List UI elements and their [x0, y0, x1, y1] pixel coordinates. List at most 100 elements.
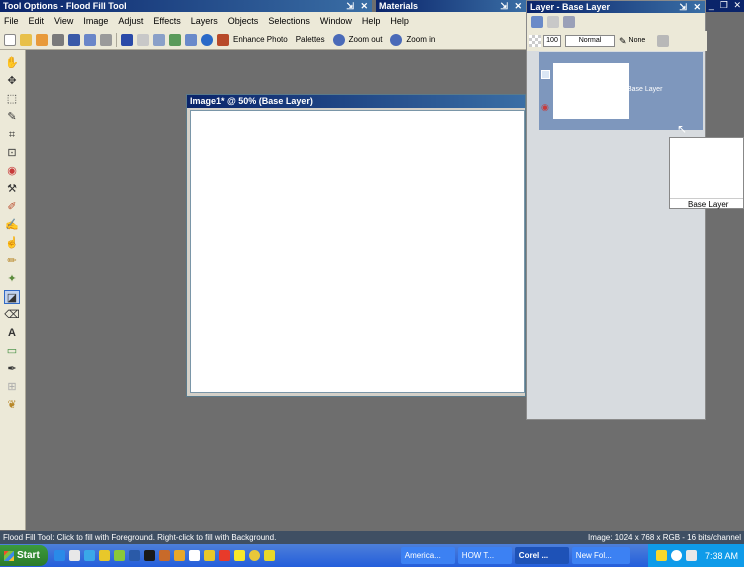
tool-options-title: Tool Options - Flood Fill Tool	[3, 1, 127, 11]
mask-link-icon[interactable]: ✎	[619, 36, 627, 47]
tray-icon[interactable]	[685, 550, 697, 561]
layers-palette: Layer - Base Layer ⇲ ✕ 100 Normal ✎ None…	[526, 0, 707, 420]
dropper-tool-icon[interactable]: ✎	[4, 110, 20, 124]
picture-tube-tool-icon[interactable]: ❦	[4, 398, 20, 412]
selection-tool-icon[interactable]: ⬚	[4, 92, 20, 106]
quick-launch-icon[interactable]	[173, 550, 185, 561]
lighten-tool-icon[interactable]: ✏	[4, 254, 20, 268]
palettes-menu[interactable]: Palettes	[296, 35, 325, 44]
close-icon[interactable]: ✕	[734, 0, 742, 12]
browse-icon[interactable]	[36, 33, 48, 46]
text-tool-icon[interactable]: A	[4, 326, 20, 340]
quick-launch-icon[interactable]	[233, 550, 245, 561]
new-file-icon[interactable]	[4, 33, 16, 46]
eraser-tool-icon[interactable]: ⌫	[4, 308, 20, 322]
save-icon[interactable]	[68, 33, 80, 46]
preset-shape-tool-icon[interactable]: ▭	[4, 344, 20, 358]
menu-window[interactable]: Window	[320, 16, 352, 26]
adjust-icon[interactable]	[169, 33, 181, 46]
clone-tool-icon[interactable]: ⚒	[4, 182, 20, 196]
tool-options-close-icon[interactable]: ⇲ ✕	[346, 0, 370, 12]
pick-tool-icon[interactable]: ⊡	[4, 146, 20, 160]
menu-selections[interactable]: Selections	[268, 16, 310, 26]
undo-icon[interactable]	[121, 33, 133, 46]
windows-taskbar: Start America... HOW T... Corel ... New …	[0, 544, 744, 567]
print-icon[interactable]	[100, 33, 112, 46]
open-folder-icon[interactable]	[20, 33, 32, 46]
menu-help-2[interactable]: Help	[390, 16, 409, 26]
menu-file[interactable]: File	[4, 16, 19, 26]
visibility-eye-icon[interactable]: ◉	[541, 102, 549, 113]
layer-properties-icon[interactable]	[563, 16, 575, 28]
redo-icon[interactable]	[137, 33, 149, 46]
zoom-out-icon[interactable]	[332, 33, 345, 46]
zoom-in-icon[interactable]	[390, 33, 403, 46]
taskbar-item-new-folder[interactable]: New Fol...	[571, 547, 630, 564]
new-layer-icon[interactable]	[531, 16, 543, 28]
scanner-icon[interactable]	[52, 33, 64, 46]
lock-icon[interactable]	[656, 35, 669, 47]
red-eye-tool-icon[interactable]: ◉	[4, 164, 20, 178]
smudge-tool-icon[interactable]: ☝	[4, 236, 20, 250]
color-replacer-tool-icon[interactable]: ✦	[4, 272, 20, 286]
quick-launch-icon[interactable]	[263, 550, 275, 561]
dodge-tool-icon[interactable]: ✍	[4, 218, 20, 232]
paint-brush-tool-icon[interactable]: ✐	[4, 200, 20, 214]
save-as-icon[interactable]	[84, 33, 96, 46]
taskbar-item-corel[interactable]: Corel ...	[514, 547, 569, 564]
taskbar-item-america[interactable]: America...	[400, 547, 455, 564]
image-canvas[interactable]	[190, 110, 525, 393]
tray-icon[interactable]	[655, 550, 667, 561]
layers-palette-close-icon[interactable]: ⇲ ✕	[679, 1, 703, 13]
quick-launch-icon[interactable]	[188, 550, 200, 561]
mask-field[interactable]: None	[629, 35, 653, 47]
menu-layers[interactable]: Layers	[191, 16, 218, 26]
delete-layer-icon[interactable]	[547, 16, 559, 28]
quick-launch-icon[interactable]	[53, 550, 65, 561]
menu-adjust[interactable]: Adjust	[118, 16, 143, 26]
zoom-in-button[interactable]: Zoom in	[406, 35, 435, 44]
start-button[interactable]: Start	[0, 545, 48, 566]
toolbar-divider	[116, 32, 117, 47]
move-tool-icon[interactable]: ✥	[4, 74, 20, 88]
pan-tool-icon[interactable]: ✋	[4, 56, 20, 70]
menu-image[interactable]: Image	[83, 16, 108, 26]
layers-palette-title: Layer - Base Layer	[530, 2, 611, 12]
blend-mode-select[interactable]: Normal	[565, 35, 615, 47]
restore-icon[interactable]: ❐	[720, 0, 728, 12]
menu-effects[interactable]: Effects	[153, 16, 180, 26]
materials-close-icon[interactable]: ⇲ ✕	[500, 0, 524, 12]
crop-tool-icon[interactable]: ⌗	[4, 128, 20, 142]
enhance-photo-menu[interactable]: Enhance Photo	[233, 35, 288, 44]
zoom-out-button[interactable]: Zoom out	[349, 35, 383, 44]
status-bar: Flood Fill Tool: Click to fill with Fore…	[0, 531, 744, 544]
quick-launch-icon[interactable]	[113, 550, 125, 561]
tray-icon[interactable]	[670, 550, 682, 561]
image-window-titlebar[interactable]: Image1* @ 50% (Base Layer)	[187, 95, 525, 108]
quick-launch-icon[interactable]	[218, 550, 230, 561]
menu-help[interactable]: Help	[362, 16, 381, 26]
quick-launch-icon[interactable]	[98, 550, 110, 561]
menu-view[interactable]: View	[54, 16, 73, 26]
quick-launch-icon[interactable]	[83, 550, 95, 561]
menu-objects[interactable]: Objects	[228, 16, 259, 26]
pen-tool-icon[interactable]: ✒	[4, 362, 20, 376]
quick-launch-icon[interactable]	[128, 550, 140, 561]
info-icon[interactable]	[201, 33, 213, 46]
quick-launch-icon[interactable]	[68, 550, 80, 561]
taskbar-item-how[interactable]: HOW T...	[457, 547, 512, 564]
flood-fill-tool-icon[interactable]: ◪	[4, 290, 20, 304]
layer-row-base-layer[interactable]: ◉ Base Layer ↖	[539, 52, 703, 136]
quick-launch-icon[interactable]	[158, 550, 170, 561]
learning-center-icon[interactable]	[185, 33, 197, 46]
opacity-field[interactable]: 100	[543, 35, 561, 47]
quick-launch-icon[interactable]	[248, 550, 260, 561]
resize-icon[interactable]	[153, 33, 165, 46]
quick-launch-icon[interactable]	[143, 550, 155, 561]
materials-titlebar: Materials ⇲ ✕	[376, 0, 526, 12]
quick-launch-icon[interactable]	[203, 550, 215, 561]
enhance-photo-icon[interactable]	[217, 33, 229, 46]
menu-edit[interactable]: Edit	[29, 16, 45, 26]
warp-brush-tool-icon[interactable]: ⊞	[4, 380, 20, 394]
minimize-icon[interactable]: _	[709, 0, 714, 12]
